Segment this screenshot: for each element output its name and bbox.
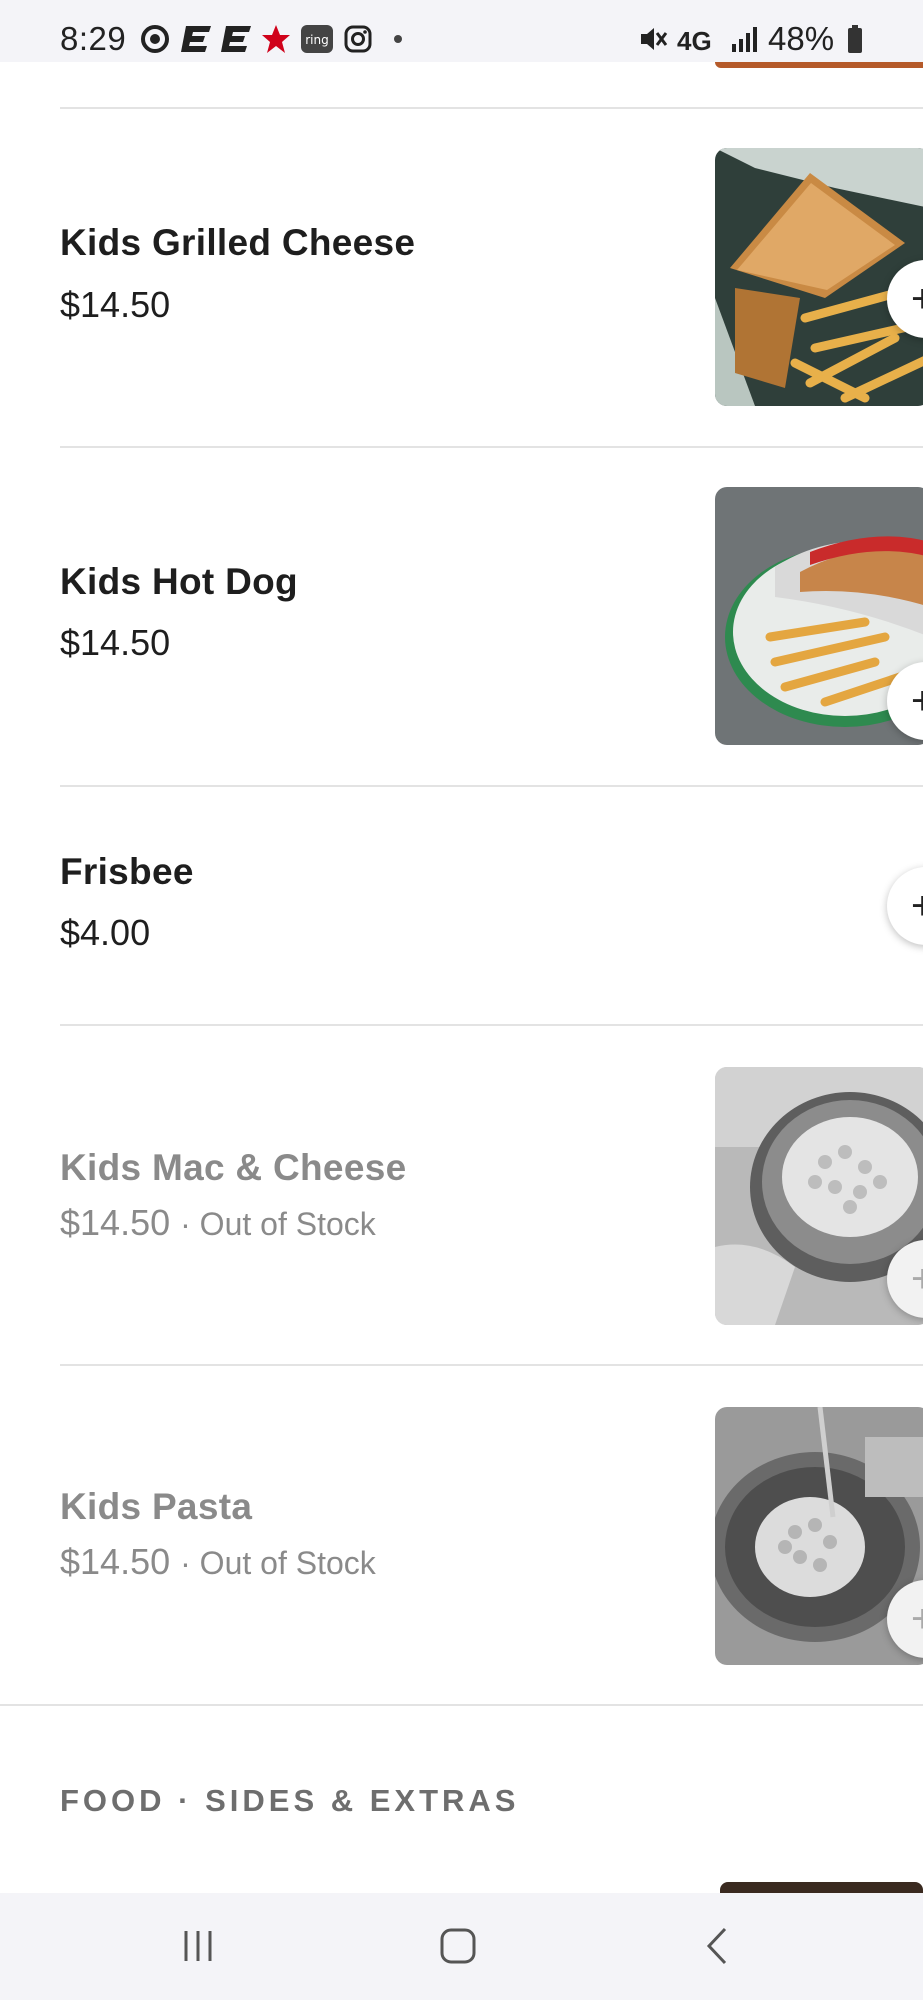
divider [60, 1364, 923, 1366]
stock-status: · Out of Stock [180, 1206, 376, 1242]
item-name: Frisbee [60, 851, 194, 892]
stock-status: · Out of Stock [180, 1545, 376, 1581]
system-nav-bar [0, 1893, 923, 2000]
ring-icon: ring [300, 24, 334, 54]
status-bar: 8:29 ring 4G 48% [0, 0, 923, 62]
item-price: $14.50 [60, 1541, 171, 1582]
add-button[interactable]: + [887, 867, 923, 945]
item-name: Kids Pasta [60, 1486, 253, 1527]
plus-icon: + [911, 1256, 923, 1301]
section-heading: FOOD · SIDES & EXTRAS [60, 1783, 520, 1818]
item-price-row: $14.50 · Out of Stock [60, 1541, 376, 1583]
mute-icon [636, 24, 670, 54]
battery-icon [845, 24, 865, 54]
section-divider [0, 1704, 923, 1706]
previous-item-thumbnail-edge [715, 62, 923, 68]
battery-percent: 48% [768, 20, 835, 57]
recent-apps-icon[interactable] [168, 1921, 228, 1971]
macys-star-icon [260, 24, 292, 54]
back-icon[interactable] [688, 1921, 748, 1971]
instagram-icon [342, 24, 374, 54]
target-icon [140, 24, 170, 54]
divider [60, 446, 923, 448]
signal-icon [730, 24, 760, 54]
divider [60, 785, 923, 787]
divider [60, 107, 923, 109]
item-price: $14.50 [60, 1202, 171, 1243]
espn-icon [180, 24, 212, 54]
next-item-thumbnail-edge [720, 1882, 923, 1893]
plus-icon: + [911, 1596, 923, 1641]
item-name: Kids Grilled Cheese [60, 222, 416, 263]
item-price-row: $14.50 · Out of Stock [60, 1202, 376, 1244]
espn-icon [220, 24, 252, 54]
item-name: Kids Hot Dog [60, 561, 298, 602]
item-price: $4.00 [60, 912, 151, 953]
network-label: 4G [677, 26, 712, 56]
plus-icon: + [911, 276, 923, 321]
status-time: 8:29 [60, 20, 127, 57]
item-image-pasta: + [715, 1407, 923, 1665]
svg-text:ring: ring [305, 33, 329, 47]
item-image-hot-dog: + [715, 487, 923, 745]
home-icon[interactable] [428, 1921, 488, 1971]
plus-icon: + [911, 678, 923, 723]
item-image-mac-and-cheese: + [715, 1067, 923, 1325]
plus-icon: + [911, 883, 923, 928]
item-price: $14.50 [60, 622, 171, 663]
item-name: Kids Mac & Cheese [60, 1147, 407, 1188]
item-price: $14.50 [60, 284, 171, 325]
item-image-grilled-cheese: + [715, 148, 923, 406]
divider [60, 1024, 923, 1026]
dot-icon [390, 24, 406, 54]
